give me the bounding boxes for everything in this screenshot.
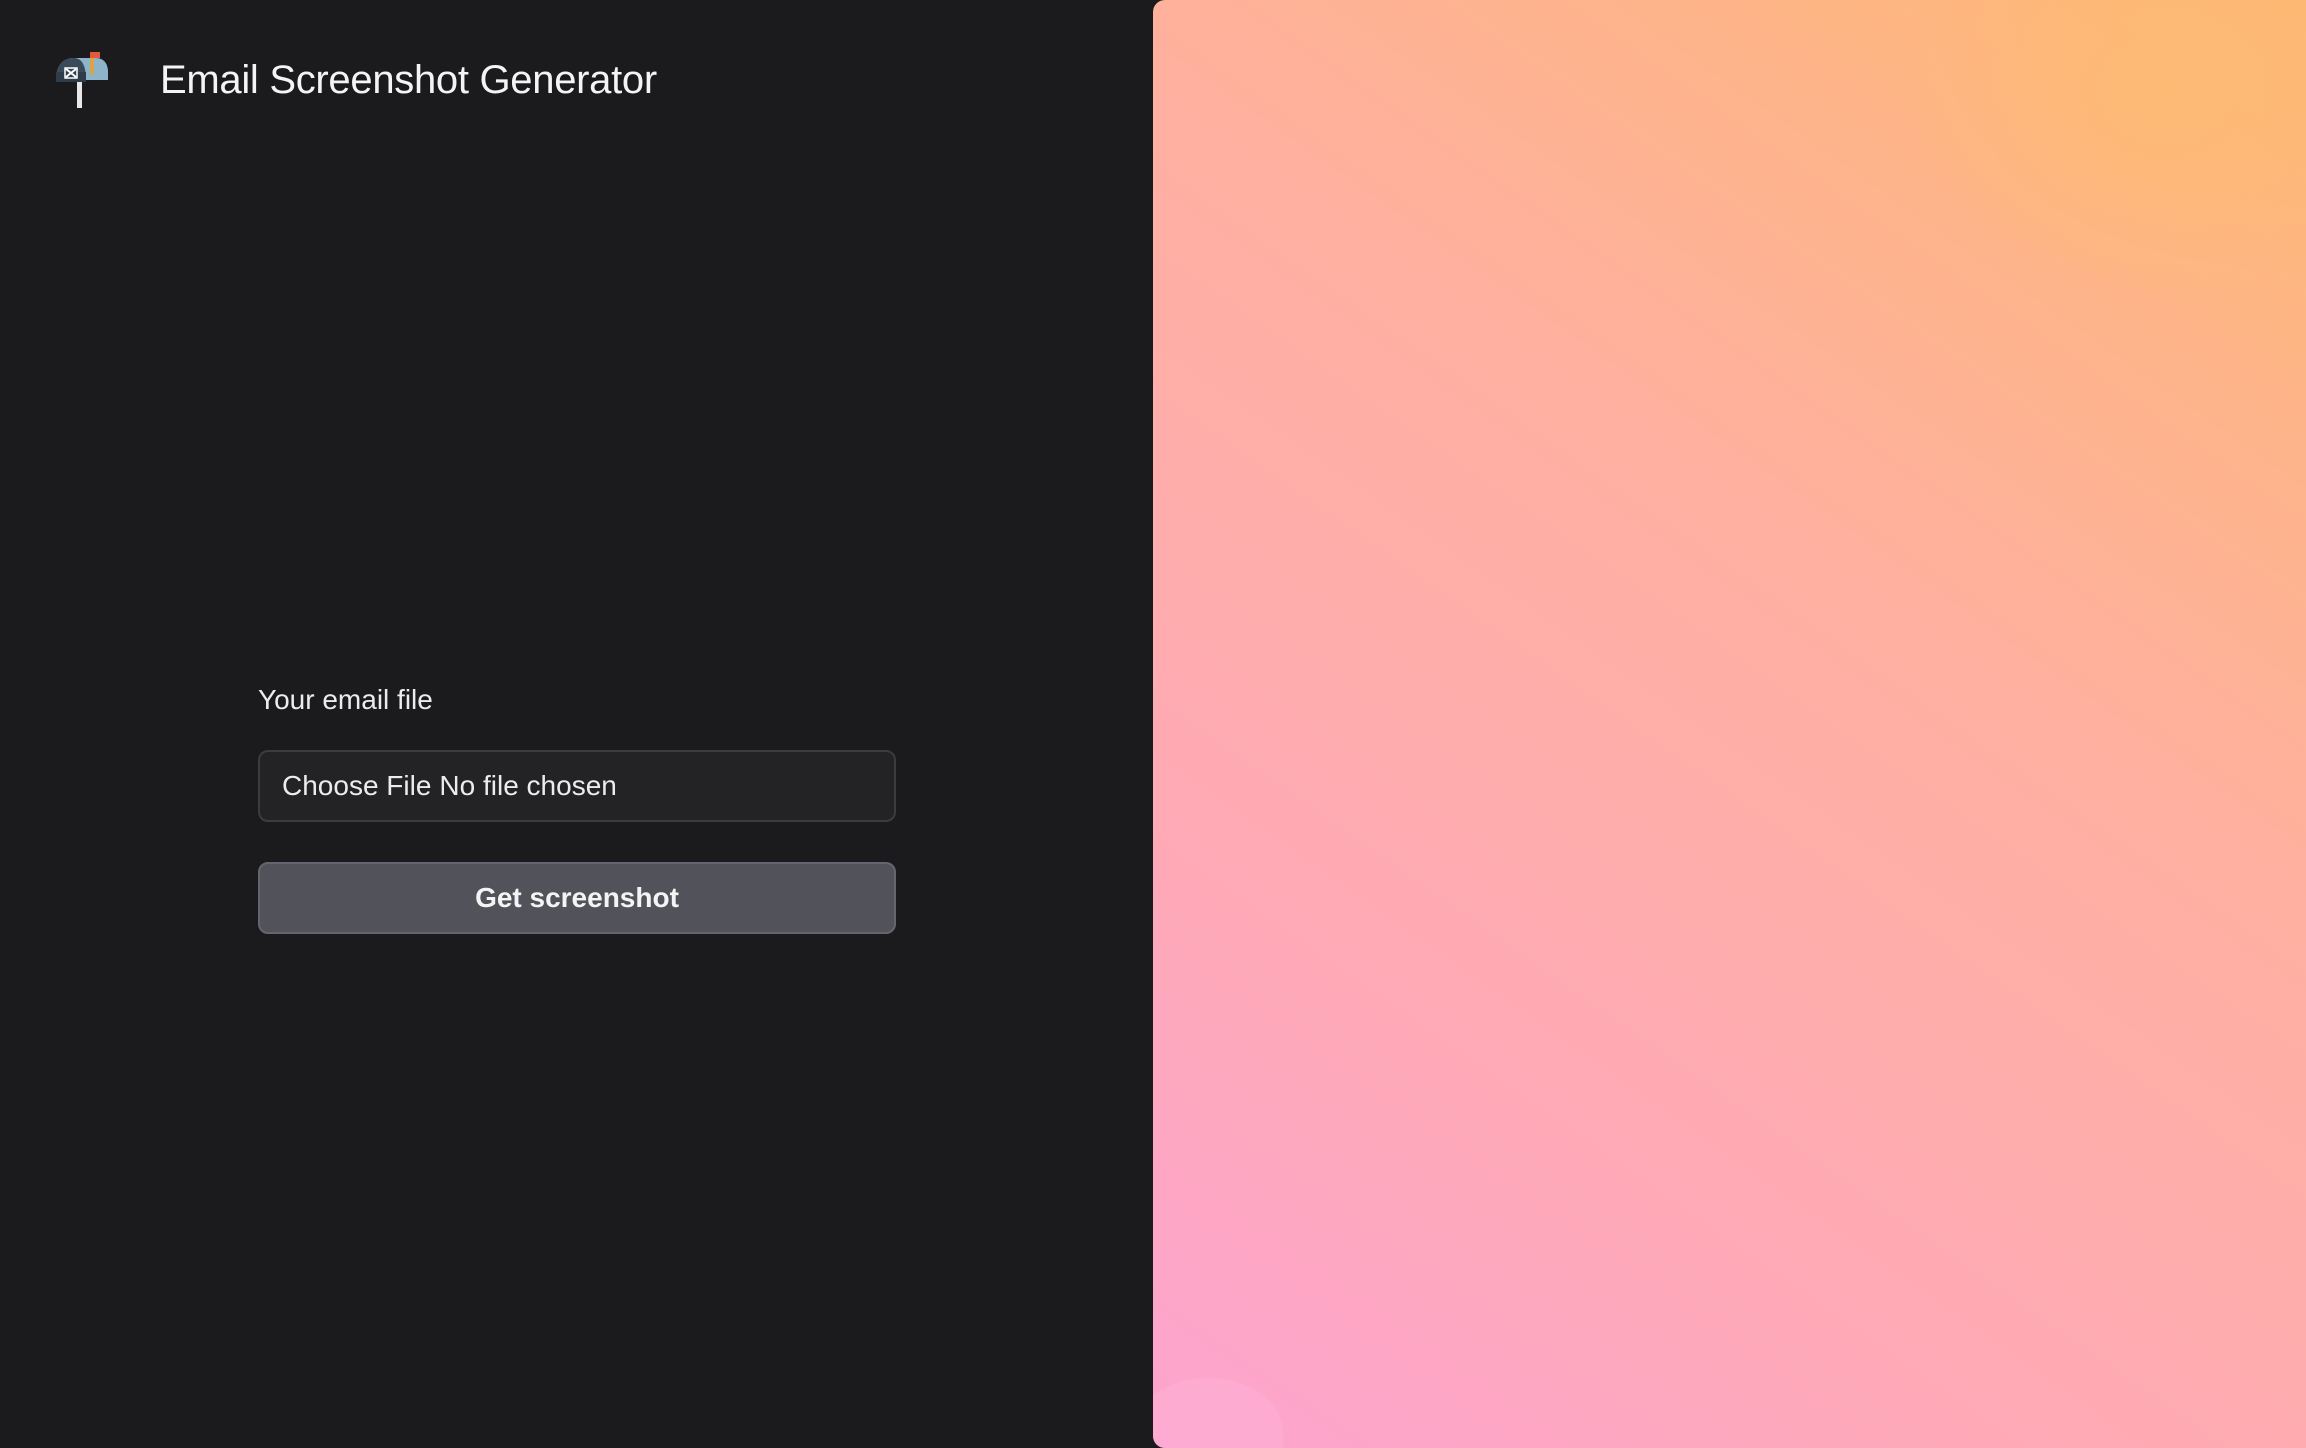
- email-file-input[interactable]: Choose File No file chosen: [258, 750, 896, 822]
- email-file-label: Your email file: [258, 684, 433, 715]
- app-title: Email Screenshot Generator: [160, 57, 657, 102]
- get-screenshot-button[interactable]: Get screenshot: [258, 862, 896, 934]
- mailbox-icon: [56, 52, 108, 108]
- upload-form: Your email file Choose File No file chos…: [258, 680, 896, 934]
- gradient-glow: [1906, 0, 2306, 300]
- form-panel: Email Screenshot Generator Your email fi…: [0, 0, 1153, 1448]
- app-root: Email Screenshot Generator Your email fi…: [0, 0, 2306, 1448]
- preview-panel: [1153, 0, 2306, 1448]
- app-header: Email Screenshot Generator: [52, 50, 657, 110]
- decorative-shape: [1153, 1378, 1283, 1448]
- file-status-text: No file chosen: [439, 770, 617, 801]
- choose-file-button[interactable]: Choose File: [282, 770, 431, 802]
